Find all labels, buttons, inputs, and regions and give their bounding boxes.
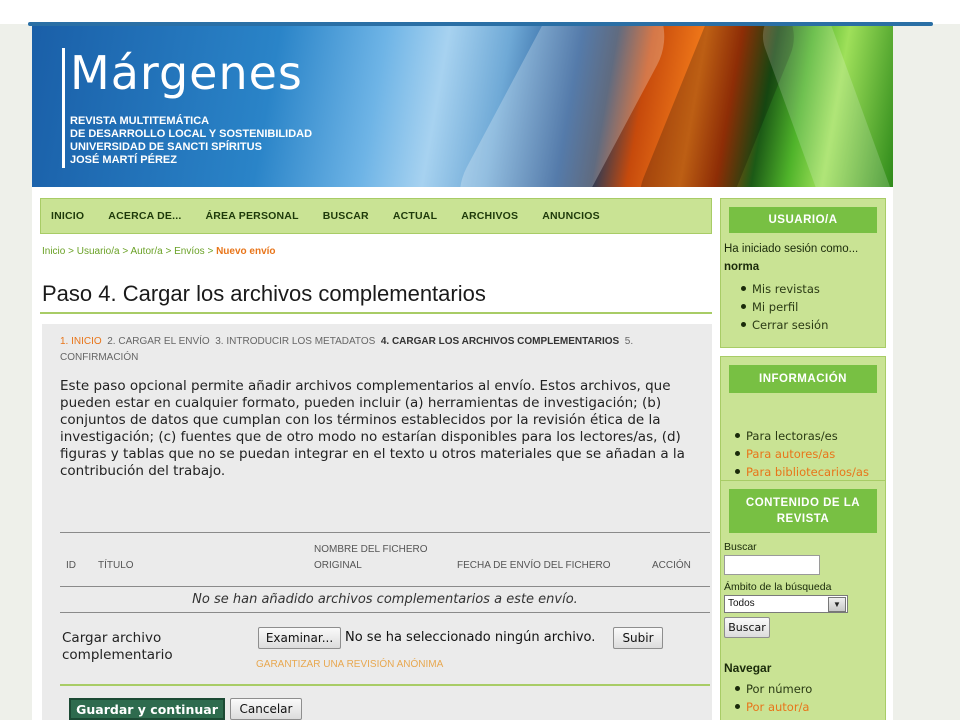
sidebar-browse-label: Navegar <box>724 661 772 675</box>
logged-in-text: Ha iniciado sesión como... <box>724 243 859 255</box>
sidebar-link-label: Para autores/as <box>746 447 836 461</box>
sidebar-content-heading-line: CONTENIDO DE LA <box>745 497 861 509</box>
bullet-icon <box>735 433 740 438</box>
sidebar-scope-value: Todos <box>728 598 755 609</box>
sidebar-link-por-numero[interactable]: Por número <box>735 682 812 696</box>
brand-divider <box>62 48 65 168</box>
sidebar-search-label: Buscar <box>724 541 757 553</box>
sidebar-user-heading: USUARIO/A <box>729 207 877 233</box>
breadcrumb-separator: > <box>119 246 131 257</box>
col-header-title: TÍTULO <box>98 560 134 571</box>
sidebar-link-label: Para bibliotecarios/as <box>746 465 869 479</box>
nav-item-actual[interactable]: ACTUAL <box>393 210 437 222</box>
col-header-original-name-line: ORIGINAL <box>314 560 362 571</box>
banner-swirl <box>753 26 893 187</box>
journal-subtitle-line: REVISTA MULTITEMÁTICA <box>70 115 210 127</box>
journal-page: Márgenes REVISTA MULTITEMÁTICA DE DESARR… <box>32 26 893 720</box>
sidebar-link-lectores[interactable]: Para lectoras/es <box>735 429 838 443</box>
sidebar-link-cerrar-sesion[interactable]: Cerrar sesión <box>741 318 828 332</box>
sidebar-link-mis-revistas[interactable]: Mis revistas <box>741 282 820 296</box>
header-banner: Márgenes REVISTA MULTITEMÁTICA DE DESARR… <box>32 26 893 187</box>
submission-panel: 1. INICIO 2. CARGAR EL ENVÍO 3. INTRODUC… <box>42 324 712 720</box>
sidebar-link-mi-perfil[interactable]: Mi perfil <box>741 300 798 314</box>
sidebar-content-heading: CONTENIDO DE LA REVISTA <box>729 489 877 533</box>
sidebar-search-button[interactable]: Buscar <box>724 617 770 638</box>
table-bottom-rule <box>60 612 710 613</box>
title-divider <box>40 312 712 314</box>
col-header-original-name: NOMBRE DEL FICHERO ORIGINAL <box>314 542 428 574</box>
bullet-icon <box>741 322 746 327</box>
empty-table-message: No se han añadido archivos complementari… <box>192 592 578 607</box>
journal-subtitle-line: UNIVERSIDAD DE SANCTI SPÍRITUS <box>70 141 262 153</box>
bullet-icon <box>735 469 740 474</box>
col-header-original-name-line: NOMBRE DEL FICHERO <box>314 544 428 555</box>
chevron-down-icon[interactable]: ▼ <box>828 597 846 612</box>
upload-submit-button[interactable]: Subir <box>613 627 663 649</box>
col-header-action: ACCIÓN <box>652 560 691 571</box>
bullet-icon <box>735 704 740 709</box>
journal-title[interactable]: Márgenes <box>70 46 303 100</box>
table-top-rule <box>60 532 710 533</box>
bullet-icon <box>735 451 740 456</box>
bullet-icon <box>741 304 746 309</box>
main-nav: INICIO ACERCA DE... ÁREA PERSONAL BUSCAR… <box>40 198 712 234</box>
cancel-button[interactable]: Cancelar <box>230 698 302 720</box>
intro-text: Este paso opcional permite añadir archiv… <box>60 378 685 479</box>
step-current: 4. CARGAR LOS ARCHIVOS COMPLEMENTARIOS <box>380 336 620 347</box>
nav-item-anuncios[interactable]: ANUNCIOS <box>542 210 600 222</box>
journal-subtitle-line: JOSÉ MARTÍ PÉREZ <box>70 154 177 166</box>
breadcrumb-separator: > <box>162 246 175 257</box>
sidebar-link-por-autor[interactable]: Por autor/a <box>735 700 809 714</box>
col-header-id: ID <box>66 560 76 571</box>
sidebar-info-heading: INFORMACIÓN <box>729 365 877 393</box>
actions-divider <box>60 684 710 686</box>
slide-right-margin <box>893 26 960 720</box>
breadcrumb: Inicio > Usuario/a > Autor/a > Envíos > … <box>42 246 276 257</box>
nav-item-archivos[interactable]: ARCHIVOS <box>461 210 518 222</box>
sidebar-info-block: INFORMACIÓN Para lectoras/es Para autore… <box>720 356 886 490</box>
sidebar-scope-select[interactable]: Todos ▼ <box>724 595 848 613</box>
sidebar-link-label: Por número <box>746 682 813 696</box>
sidebar-scope-label: Ámbito de la búsqueda <box>724 581 832 593</box>
breadcrumb-link[interactable]: Envíos <box>174 246 205 257</box>
breadcrumb-separator: > <box>65 246 77 257</box>
page-title: Paso 4. Cargar los archivos complementar… <box>42 281 486 306</box>
slide-top-band <box>0 0 960 24</box>
step-link-metadatos[interactable]: 3. INTRODUCIR LOS METADATOS <box>215 336 375 347</box>
sidebar-link-label: Mis revistas <box>752 282 820 296</box>
sidebar-link-label: Cerrar sesión <box>752 318 829 332</box>
nav-item-area-personal[interactable]: ÁREA PERSONAL <box>205 210 298 222</box>
sidebar-link-bibliotecarios[interactable]: Para bibliotecarios/as <box>735 465 869 479</box>
col-header-date: FECHA DE ENVÍO DEL FICHERO <box>457 560 611 571</box>
upload-label: Cargar archivo complementario <box>62 630 173 663</box>
sidebar-link-label: Para lectoras/es <box>746 429 838 443</box>
breadcrumb-link[interactable]: Inicio <box>42 246 65 257</box>
step-link-cargar-envio[interactable]: 2. CARGAR EL ENVÍO <box>107 336 209 347</box>
sidebar-content-block: CONTENIDO DE LA REVISTA Buscar Ámbito de… <box>720 480 886 720</box>
sidebar-user-block: USUARIO/A Ha iniciado sesión como... nor… <box>720 198 886 348</box>
journal-subtitle-line: DE DESARROLLO LOCAL Y SOSTENIBILIDAD <box>70 128 313 140</box>
browse-button[interactable]: Examinar... <box>258 627 341 649</box>
file-status-text: No se ha seleccionado ningún archivo. <box>345 630 596 645</box>
nav-item-inicio[interactable]: INICIO <box>51 210 84 222</box>
step-progress: 1. INICIO 2. CARGAR EL ENVÍO 3. INTRODUC… <box>60 334 700 366</box>
sidebar-link-label: Mi perfil <box>752 300 799 314</box>
nav-item-buscar[interactable]: BUSCAR <box>323 210 369 222</box>
breadcrumb-link[interactable]: Usuario/a <box>77 246 120 257</box>
nav-item-acerca[interactable]: ACERCA DE... <box>108 210 181 222</box>
sidebar-content-heading-line: REVISTA <box>776 513 830 525</box>
bullet-icon <box>735 686 740 691</box>
username: norma <box>724 261 760 273</box>
anonymous-review-link[interactable]: GARANTIZAR UNA REVISIÓN ANÓNIMA <box>256 659 443 670</box>
breadcrumb-link[interactable]: Autor/a <box>130 246 162 257</box>
save-continue-button[interactable]: Guardar y continuar <box>69 698 225 720</box>
step-link-inicio[interactable]: 1. INICIO <box>60 336 102 347</box>
table-header-rule <box>60 586 710 587</box>
sidebar-search-input[interactable] <box>724 555 820 575</box>
sidebar-link-label: Por autor/a <box>746 700 810 714</box>
sidebar-link-autores[interactable]: Para autores/as <box>735 447 835 461</box>
bullet-icon <box>741 286 746 291</box>
breadcrumb-separator: > <box>204 246 217 257</box>
breadcrumb-current[interactable]: Nuevo envío <box>216 246 275 257</box>
